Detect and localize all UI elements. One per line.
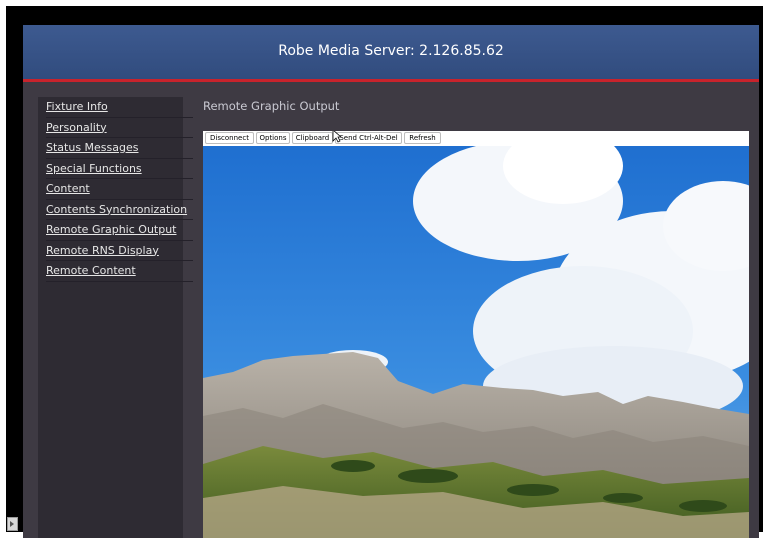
sidebar-item-remote-rns-display[interactable]: Remote RNS Display [46, 241, 193, 261]
sidebar-nav: Fixture Info Personality Status Messages… [46, 97, 193, 282]
page-header: Robe Media Server: 2.126.85.62 [23, 25, 759, 82]
sidebar-item-special-functions[interactable]: Special Functions [46, 159, 193, 179]
sidebar-item-remote-content[interactable]: Remote Content [46, 261, 193, 282]
shrub-2 [398, 469, 458, 483]
sidebar-item-content[interactable]: Content [46, 179, 193, 200]
scroll-left-arrow-icon[interactable] [7, 517, 18, 531]
sidebar-item-remote-graphic-output[interactable]: Remote Graphic Output [46, 220, 193, 241]
shrub-4 [603, 493, 643, 503]
shrub-3 [507, 484, 559, 496]
remote-viewer[interactable]: Disconnect Options Clipboard Send Ctrl-A… [203, 131, 749, 538]
clipboard-button[interactable]: Clipboard [292, 132, 333, 144]
remote-desktop-image[interactable] [203, 146, 749, 538]
page-title: Robe Media Server: 2.126.85.62 [278, 43, 504, 59]
vnc-toolbar: Disconnect Options Clipboard Send Ctrl-A… [203, 131, 749, 146]
web-page: Robe Media Server: 2.126.85.62 Fixture I… [23, 25, 759, 538]
sidebar-item-fixture-info[interactable]: Fixture Info [46, 97, 193, 118]
disconnect-button[interactable]: Disconnect [205, 132, 254, 144]
section-title: Remote Graphic Output [203, 99, 340, 113]
send-ctrl-alt-del-button[interactable]: Send Ctrl-Alt-Del [335, 132, 402, 144]
sidebar-item-contents-synchronization[interactable]: Contents Synchronization [46, 200, 193, 220]
sidebar-item-status-messages[interactable]: Status Messages [46, 138, 193, 159]
shrub-1 [331, 460, 375, 472]
sidebar: Fixture Info Personality Status Messages… [38, 97, 193, 538]
mouse-pointer-icon [332, 131, 342, 143]
shrub-5 [679, 500, 727, 512]
browser-viewport: Robe Media Server: 2.126.85.62 Fixture I… [6, 6, 763, 538]
refresh-button[interactable]: Refresh [404, 132, 441, 144]
options-button[interactable]: Options [256, 132, 290, 144]
sidebar-item-personality[interactable]: Personality [46, 118, 193, 138]
